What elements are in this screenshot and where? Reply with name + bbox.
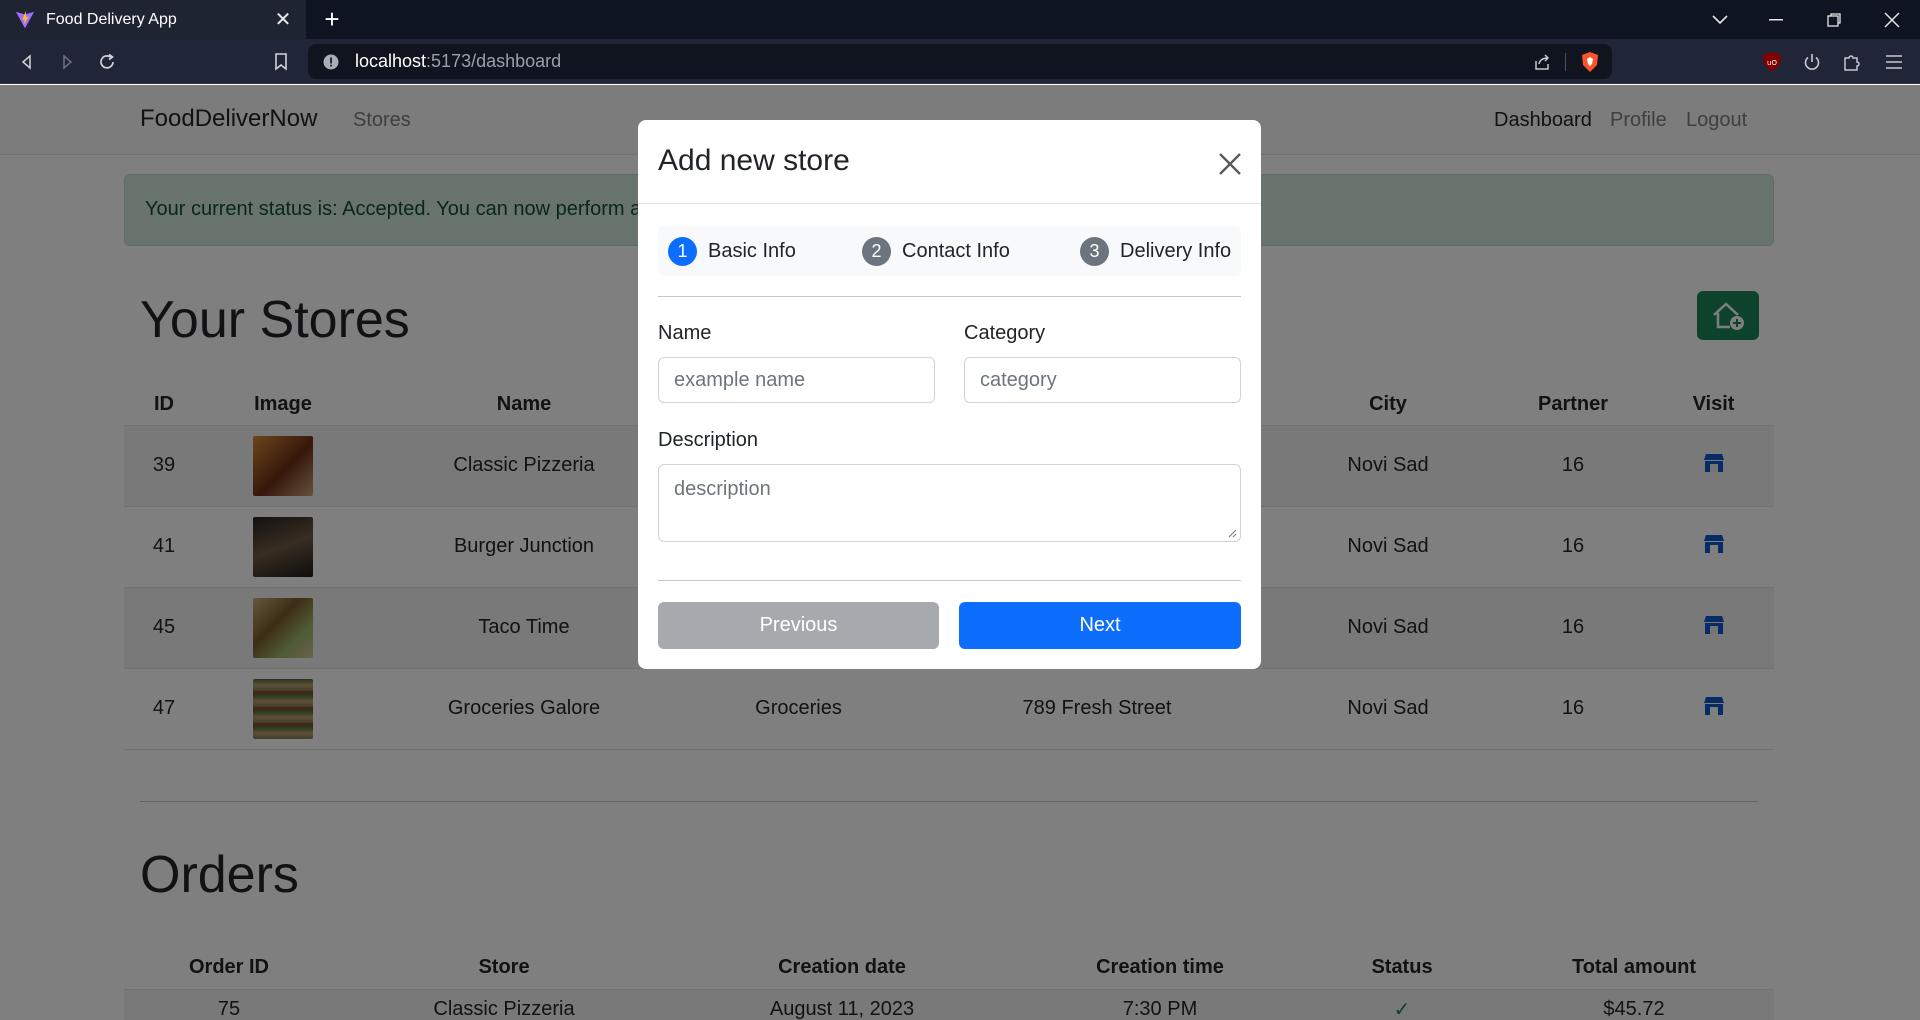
category-input[interactable]: category (964, 357, 1241, 403)
step-number: 1 (668, 237, 697, 266)
tab-title: Food Delivery App (46, 10, 177, 28)
close-icon[interactable] (1216, 150, 1244, 178)
resize-handle-icon[interactable] (1227, 528, 1237, 538)
close-window-icon[interactable] (1864, 0, 1920, 39)
share-icon[interactable] (1533, 53, 1551, 71)
url-host: localhost (355, 51, 427, 71)
step-label: Delivery Info (1120, 240, 1232, 262)
step-label: Contact Info (902, 240, 1010, 262)
step-number: 3 (1080, 237, 1109, 266)
previous-button[interactable]: Previous (658, 602, 939, 649)
restore-icon[interactable] (1806, 0, 1862, 39)
ublock-icon[interactable]: uO (1757, 47, 1787, 77)
url-path: :5173/dashboard (426, 51, 562, 71)
reload-icon[interactable] (92, 47, 122, 77)
step-number: 2 (862, 237, 891, 266)
browser-titlebar: Food Delivery App ✕ + (0, 0, 1920, 39)
back-icon[interactable] (12, 47, 42, 77)
forward-icon[interactable] (52, 47, 82, 77)
new-tab-icon[interactable]: + (318, 6, 346, 34)
step-label: Basic Info (708, 240, 796, 262)
vite-favicon-icon (15, 10, 35, 28)
address-bar[interactable]: localhost:5173/dashboard (308, 44, 1612, 79)
add-store-modal: Add new store 1 Basic Info 2 Contact Inf… (638, 120, 1261, 669)
browser-tab[interactable]: Food Delivery App ✕ (0, 0, 306, 39)
extensions-puzzle-icon[interactable] (1837, 47, 1867, 77)
name-input[interactable]: example name (658, 357, 935, 403)
power-icon[interactable] (1797, 47, 1827, 77)
modal-footer-divider (658, 580, 1241, 581)
description-textarea[interactable]: description (658, 464, 1241, 542)
step-contact-info[interactable]: 2 Contact Info (862, 237, 1010, 266)
wizard-steps: 1 Basic Info 2 Contact Info 3 Delivery I… (658, 226, 1241, 276)
minimize-icon[interactable] (1748, 0, 1804, 39)
step-basic-info[interactable]: 1 Basic Info (668, 237, 796, 266)
browser-toolbar: localhost:5173/dashboard uO (0, 39, 1920, 84)
modal-divider (658, 296, 1241, 297)
svg-text:uO: uO (1767, 59, 1777, 67)
next-button[interactable]: Next (959, 602, 1241, 649)
modal-title: Add new store (658, 144, 850, 177)
site-info-icon[interactable] (323, 54, 339, 70)
brave-shield-icon[interactable] (1580, 51, 1600, 73)
name-label: Name (658, 322, 712, 344)
tab-list-chevron-icon[interactable] (1692, 0, 1748, 39)
menu-hamburger-icon[interactable] (1879, 47, 1909, 77)
bookmark-icon[interactable] (266, 47, 296, 77)
description-label: Description (658, 429, 759, 451)
description-placeholder: description (674, 478, 771, 500)
step-delivery-info[interactable]: 3 Delivery Info (1080, 237, 1231, 266)
modal-header: Add new store (638, 120, 1261, 204)
tab-close-icon[interactable]: ✕ (274, 7, 292, 32)
category-label: Category (964, 322, 1046, 344)
